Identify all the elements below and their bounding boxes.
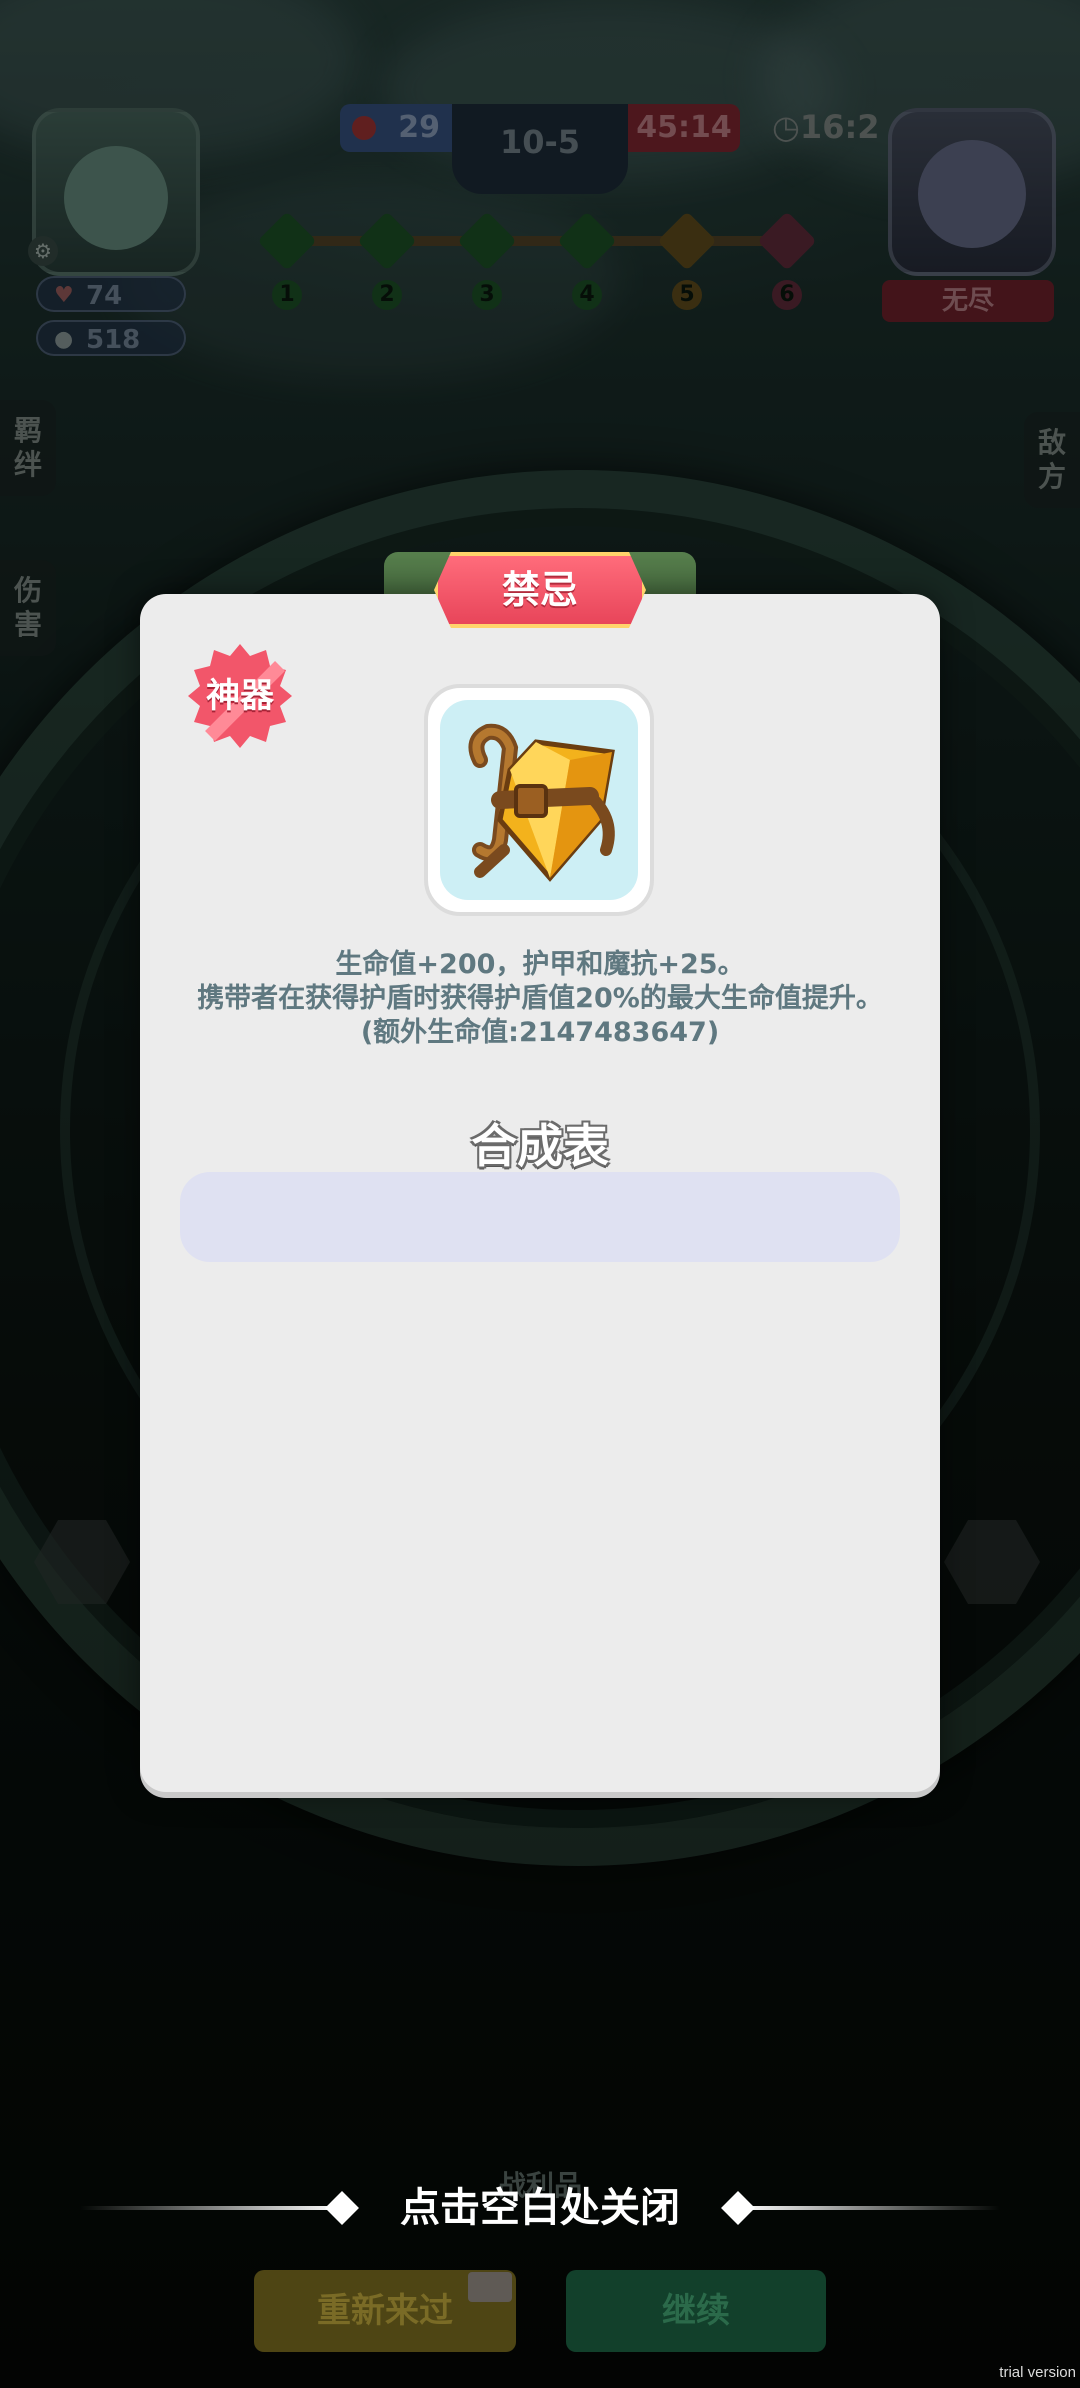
amber-crystal-anchor-icon — [468, 723, 615, 882]
continue-button[interactable]: 继续 — [566, 2270, 826, 2352]
badge-label: 神器 — [206, 676, 274, 716]
item-icon-bg — [440, 700, 638, 900]
video-ad-icon — [468, 2272, 512, 2302]
close-divider-left — [80, 2206, 340, 2210]
close-hint[interactable]: 点击空白处关闭 — [340, 2180, 740, 2236]
continue-label: 继续 — [662, 2291, 730, 2331]
artifact-badge: 神器 — [184, 640, 296, 752]
synthesis-list — [180, 1172, 900, 1262]
watermark: trial version — [999, 2364, 1076, 2381]
item-bonus-line: (额外生命值:2147483647) — [360, 1017, 720, 1048]
retry-label: 重新来过 — [317, 2291, 453, 2331]
item-title: 禁忌 — [434, 552, 646, 628]
synthesis-title: 合成表 — [471, 1119, 609, 1173]
close-divider-right — [740, 2206, 1000, 2210]
retry-button[interactable]: 重新来过 — [254, 2270, 516, 2352]
item-icon-frame — [424, 684, 654, 916]
item-effect-line: 携带者在获得护盾时获得护盾值20%的最大生命值提升。 — [197, 983, 883, 1014]
item-stats-line: 生命值+200，护甲和魔抗+25。 — [335, 949, 745, 980]
